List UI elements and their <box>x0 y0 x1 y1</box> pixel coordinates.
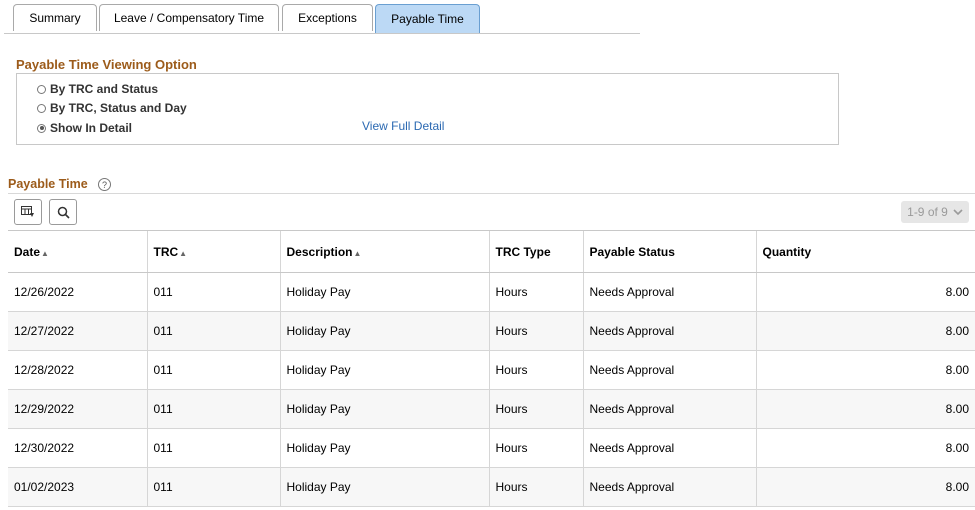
viewing-option-title: Payable Time Viewing Option <box>16 57 197 72</box>
cell-quantity: 8.00 <box>755 467 975 507</box>
find-button[interactable] <box>49 199 77 225</box>
column-header-description-label: Description <box>286 244 353 259</box>
grid-toolbar: 1-9 of 9 <box>8 193 975 231</box>
cell-trc-type: Hours <box>488 428 583 468</box>
cell-date: 12/29/2022 <box>8 389 147 429</box>
help-icon-glyph: ? <box>101 179 107 190</box>
table-row: 12/28/2022 011 Holiday Pay Hours Needs A… <box>8 350 975 390</box>
tab-bar: Summary Leave / Compensatory Time Except… <box>4 4 640 34</box>
cell-trc: 011 <box>146 428 280 468</box>
cell-payable-status: Needs Approval <box>582 350 756 390</box>
table-header-row: Date▲ TRC▲ Description▲ TRC Type Payable… <box>8 230 975 273</box>
option-by-trc-status-day-label: By TRC, Status and Day <box>50 101 187 115</box>
tab-exceptions[interactable]: Exceptions <box>282 4 373 31</box>
table-row: 12/26/2022 011 Holiday Pay Hours Needs A… <box>8 272 975 312</box>
sort-icon: ▲ <box>179 248 188 258</box>
cell-description: Holiday Pay <box>279 272 489 312</box>
cell-payable-status: Needs Approval <box>582 389 756 429</box>
viewing-option-box: By TRC and Status By TRC, Status and Day… <box>16 73 839 145</box>
column-header-trc-type-label: TRC Type <box>495 244 551 259</box>
cell-trc: 011 <box>146 272 280 312</box>
cell-date: 12/30/2022 <box>8 428 147 468</box>
cell-trc-type: Hours <box>488 272 583 312</box>
option-by-trc-status-label: By TRC and Status <box>50 82 159 96</box>
sort-icon: ▲ <box>353 248 362 258</box>
tab-leave-compensatory-time[interactable]: Leave / Compensatory Time <box>99 4 279 31</box>
column-header-trc-label: TRC <box>153 244 179 259</box>
cell-date: 12/27/2022 <box>8 311 147 351</box>
cell-description: Holiday Pay <box>279 389 489 429</box>
cell-payable-status: Needs Approval <box>582 428 756 468</box>
sort-icon: ▲ <box>41 248 49 258</box>
cell-date: 01/02/2023 <box>8 467 147 507</box>
tab-payable-time-label: Payable Time <box>391 12 464 26</box>
cell-trc-type: Hours <box>488 311 583 351</box>
pager-dropdown[interactable]: 1-9 of 9 <box>901 201 969 223</box>
column-header-description[interactable]: Description▲ <box>279 230 489 273</box>
cell-description: Holiday Pay <box>279 467 489 507</box>
cell-description: Holiday Pay <box>279 350 489 390</box>
cell-trc-type: Hours <box>488 467 583 507</box>
column-header-date-label: Date <box>14 244 41 259</box>
view-full-detail-link[interactable]: View Full Detail <box>362 119 444 133</box>
column-header-payable-status: Payable Status <box>582 230 756 273</box>
cell-quantity: 8.00 <box>755 311 975 351</box>
table-row: 01/02/2023 011 Holiday Pay Hours Needs A… <box>8 467 975 507</box>
table-row: 12/27/2022 011 Holiday Pay Hours Needs A… <box>8 311 975 351</box>
cell-quantity: 8.00 <box>755 389 975 429</box>
option-by-trc-status-day[interactable]: By TRC, Status and Day <box>37 101 187 115</box>
help-icon[interactable]: ? <box>98 178 111 191</box>
cell-description: Holiday Pay <box>279 311 489 351</box>
cell-trc: 011 <box>146 389 280 429</box>
radio-by-trc-status[interactable] <box>37 84 46 94</box>
cell-quantity: 8.00 <box>755 350 975 390</box>
cell-quantity: 8.00 <box>755 272 975 312</box>
cell-description: Holiday Pay <box>279 428 489 468</box>
cell-trc: 011 <box>146 467 280 507</box>
table-row: 12/29/2022 011 Holiday Pay Hours Needs A… <box>8 389 975 429</box>
chevron-down-icon <box>953 209 963 216</box>
personalize-grid-icon <box>21 206 34 217</box>
tab-exceptions-label: Exceptions <box>298 11 357 25</box>
cell-quantity: 8.00 <box>755 428 975 468</box>
find-icon <box>57 206 70 219</box>
column-header-trc[interactable]: TRC▲ <box>146 230 280 273</box>
tab-summary[interactable]: Summary <box>13 4 97 31</box>
column-header-quantity-label: Quantity <box>762 244 812 259</box>
cell-trc: 011 <box>146 311 280 351</box>
payable-time-table: Date▲ TRC▲ Description▲ TRC Type Payable… <box>8 230 975 507</box>
option-show-in-detail-label: Show In Detail <box>50 121 133 135</box>
column-header-date[interactable]: Date▲ <box>8 230 147 273</box>
tab-payable-time[interactable]: Payable Time <box>375 4 480 33</box>
pager-label: 1-9 of 9 <box>907 205 948 219</box>
option-show-in-detail[interactable]: Show In Detail <box>37 121 132 135</box>
table-row: 12/30/2022 011 Holiday Pay Hours Needs A… <box>8 428 975 468</box>
cell-payable-status: Needs Approval <box>582 311 756 351</box>
personalize-grid-button[interactable] <box>14 199 42 225</box>
radio-show-in-detail[interactable] <box>37 123 46 133</box>
option-by-trc-status[interactable]: By TRC and Status <box>37 82 158 96</box>
cell-date: 12/28/2022 <box>8 350 147 390</box>
tab-summary-label: Summary <box>29 11 81 25</box>
radio-by-trc-status-day[interactable] <box>37 103 46 113</box>
tab-leave-label: Leave / Compensatory Time <box>113 11 265 25</box>
cell-trc-type: Hours <box>488 389 583 429</box>
grid-title: Payable Time <box>8 177 88 191</box>
cell-payable-status: Needs Approval <box>582 467 756 507</box>
cell-trc: 011 <box>146 350 280 390</box>
column-header-payable-status-label: Payable Status <box>589 244 675 259</box>
cell-date: 12/26/2022 <box>8 272 147 312</box>
cell-payable-status: Needs Approval <box>582 272 756 312</box>
cell-trc-type: Hours <box>488 350 583 390</box>
column-header-quantity: Quantity <box>755 230 975 273</box>
column-header-trc-type: TRC Type <box>488 230 583 273</box>
